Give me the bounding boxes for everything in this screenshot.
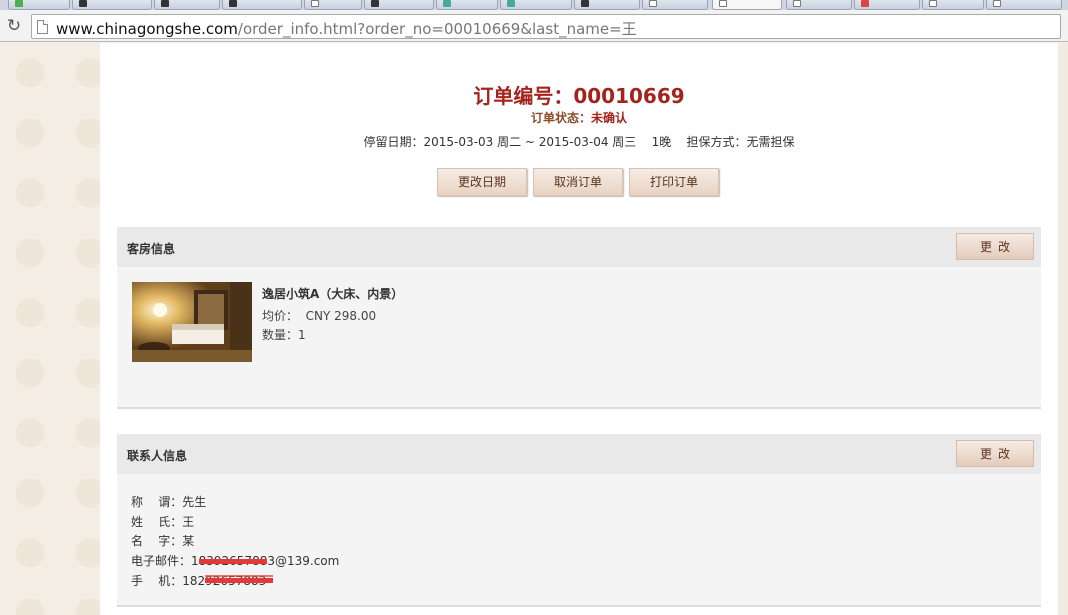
phone-redaction-stroke [205, 575, 273, 577]
tab-favicon-icon [311, 0, 319, 7]
email-redaction-mark [199, 559, 267, 564]
room-info-header: 客房信息 更改 [117, 227, 1041, 267]
browser-tab[interactable] [786, 0, 852, 10]
url-path: /order_info.html?order_no=00010669&last_… [237, 20, 637, 38]
page-background-right [1058, 43, 1068, 615]
browser-tab[interactable] [304, 0, 362, 10]
url-domain: www.chinagongshe.com [56, 20, 238, 38]
address-bar: ↻ www.chinagongshe.com/order_info.html?o… [0, 10, 1068, 42]
page-background-pattern [0, 43, 100, 615]
tab-favicon-icon [861, 0, 869, 7]
tab-favicon-icon [929, 0, 937, 7]
cancel-order-button[interactable]: 取消订单 [533, 168, 623, 196]
print-order-button[interactable]: 打印订单 [629, 168, 719, 196]
order-status-value: 未确认 [591, 111, 628, 125]
edit-room-button[interactable]: 更改 [956, 233, 1034, 260]
tab-favicon-icon [79, 0, 87, 7]
room-photo-image [132, 282, 252, 362]
browser-tab[interactable] [72, 0, 152, 10]
stay-info: 停留日期：2015-03-03 周二 ~ 2015-03-04 周三 1晚 担保… [363, 135, 795, 149]
contact-given-name: 名 字：某 [131, 534, 195, 548]
order-status: 订单状态：未确认 [100, 109, 1058, 126]
tab-favicon-icon [649, 0, 657, 7]
browser-tab[interactable] [8, 0, 70, 10]
browser-tab[interactable] [986, 0, 1062, 10]
url-input[interactable]: www.chinagongshe.com/order_info.html?ord… [31, 14, 1061, 39]
page-icon [37, 20, 48, 34]
tab-favicon-icon [229, 0, 237, 7]
edit-contact-button[interactable]: 更改 [956, 440, 1034, 467]
url-text[interactable]: www.chinagongshe.com/order_info.html?ord… [56, 18, 637, 39]
tab-favicon-icon [371, 0, 379, 7]
browser-tab[interactable] [574, 0, 640, 10]
browser-tab-active[interactable] [712, 0, 782, 10]
contact-info-header: 联系人信息 更改 [117, 434, 1041, 474]
order-status-label: 订单状态： [530, 111, 591, 125]
tab-favicon-icon [161, 0, 169, 7]
tab-favicon-icon [793, 0, 801, 7]
contact-salutation: 称 谓：先生 [131, 495, 207, 509]
browser-tab[interactable] [222, 0, 302, 10]
room-quantity: 数量：1 [262, 328, 306, 342]
tab-favicon-icon [581, 0, 589, 7]
browser-tab[interactable] [854, 0, 920, 10]
change-date-button[interactable]: 更改日期 [437, 168, 527, 196]
tab-favicon-icon [15, 0, 23, 7]
tab-favicon-icon [719, 0, 727, 7]
browser-tab[interactable] [436, 0, 498, 10]
room-photo[interactable] [132, 282, 252, 362]
browser-tab-strip [0, 0, 1068, 10]
room-name: 逸居小筑A（大床、内景） [262, 287, 404, 301]
contact-surname: 姓 氏：王 [131, 515, 195, 529]
tab-favicon-icon [507, 0, 515, 7]
reload-icon[interactable]: ↻ [4, 16, 24, 36]
room-info-section: 客房信息 更改 逸居小筑A（大床、内景） 均价： CNY 298.00 数量：1 [117, 227, 1041, 409]
tab-favicon-icon [993, 0, 1001, 7]
order-number-title: 订单编号：00010669 [473, 84, 685, 108]
browser-tab[interactable] [500, 0, 572, 10]
browser-tab[interactable] [364, 0, 434, 10]
tab-favicon-icon [443, 0, 451, 7]
browser-tab[interactable] [642, 0, 708, 10]
room-info-title: 客房信息 [127, 242, 176, 256]
room-average-price: 均价： CNY 298.00 [262, 309, 377, 323]
phone-redaction-mark [205, 578, 273, 583]
contact-info-section: 联系人信息 更改 称 谓：先生 姓 氏：王 名 字：某 电子邮件：1839265… [117, 434, 1041, 607]
browser-tab[interactable] [154, 0, 220, 10]
order-content: 订单编号：00010669 订单状态：未确认 停留日期：2015-03-03 周… [100, 43, 1058, 615]
browser-tab[interactable] [922, 0, 984, 10]
contact-info-title: 联系人信息 [127, 449, 188, 463]
